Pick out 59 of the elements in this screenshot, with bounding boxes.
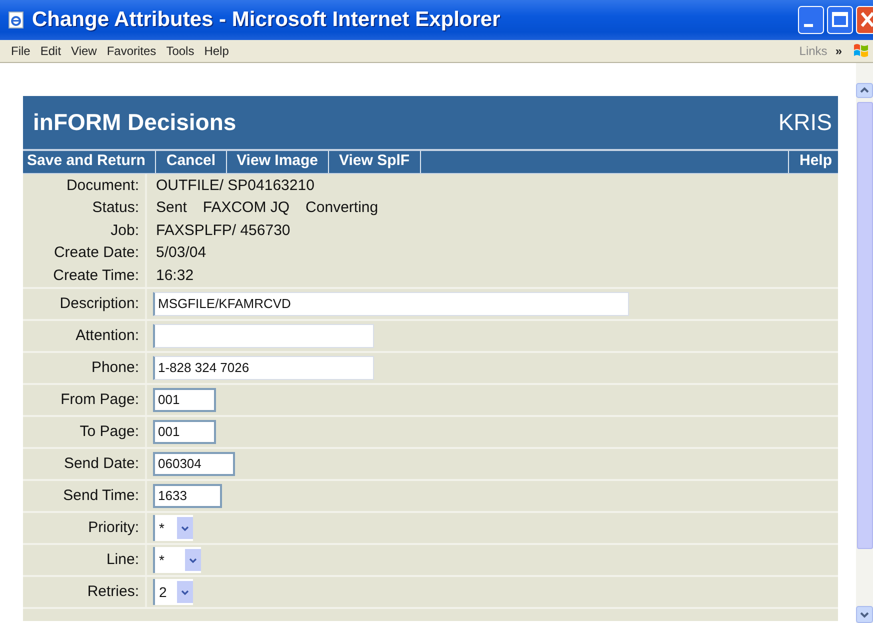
field-label: Line: [106,551,139,568]
field-label: Phone: [91,359,139,376]
input-field[interactable] [153,324,374,348]
dropdown[interactable]: 2 [153,578,193,604]
chevron-down-icon [177,580,193,602]
nav-link[interactable]: Help [788,151,838,173]
field-label: Create Date: [54,244,139,262]
minimize-button[interactable] [798,6,824,34]
field-value: Sent [156,199,187,216]
field-label: From Page: [60,391,139,408]
chevron-button[interactable]: » [833,44,852,58]
field-value: OUTFILE/ SP04163210 [156,176,314,194]
field-label: Send Time: [63,487,139,504]
page-icon [8,11,24,29]
close-button[interactable] [856,6,873,34]
menu-item[interactable]: File [6,44,36,58]
nav-link[interactable]: View Image [226,151,330,173]
field-label: Create Time: [53,266,139,284]
menu-item[interactable]: Tools [161,44,200,58]
scroll-up-button[interactable] [856,83,873,98]
field-label: Attention: [76,327,139,344]
field-value: FAXCOM JQ [202,199,290,216]
links-label: Links [798,44,828,58]
maximize-button[interactable] [827,6,853,34]
input-field[interactable]: 001 [153,388,216,412]
menu-item[interactable]: Favorites [102,44,162,58]
user-name: KRIS [778,109,832,136]
field-label: Job: [110,222,139,239]
field-value: Converting [306,199,378,216]
chevron-down-icon [185,548,201,570]
flag-icon [852,42,870,60]
input-field[interactable]: 1633 [153,484,222,508]
scroll-thumb[interactable] [857,102,873,549]
menu-item[interactable]: View [66,44,102,58]
input-field[interactable]: MSGFILE/KFAMRCVD [153,292,629,316]
field-label: To Page: [80,423,139,440]
field-value: 5/03/04 [156,244,206,262]
field-label: Priority: [88,519,139,536]
scroll-down-button[interactable] [856,606,873,623]
field-label: Status: [92,199,139,216]
window-title: Change Attributes - Microsoft Internet Explorer [32,8,502,32]
field-label: Document: [66,176,139,194]
field-value: FAXSPLFP/ 456730 [156,222,290,239]
menu-item[interactable]: Help [199,44,234,58]
field-label: Send Date: [64,455,139,472]
nav-link[interactable]: View SplF [329,151,421,173]
input-field[interactable]: 1-828 324 7026 [153,356,374,380]
input-field[interactable]: 060304 [153,452,235,476]
field-label: Description: [60,295,139,312]
field-value: 16:32 [156,266,194,284]
menu-item[interactable]: Edit [35,44,66,58]
field-label: Retries: [87,583,139,600]
dropdown[interactable]: * [153,546,201,572]
dropdown[interactable]: * [153,514,193,540]
input-field[interactable]: 001 [153,420,216,444]
app-title: inFORM Decisions [33,109,236,136]
nav-link[interactable]: Cancel [156,151,227,173]
chevron-down-icon [177,516,193,538]
nav-link[interactable]: Save and Return [23,151,156,173]
